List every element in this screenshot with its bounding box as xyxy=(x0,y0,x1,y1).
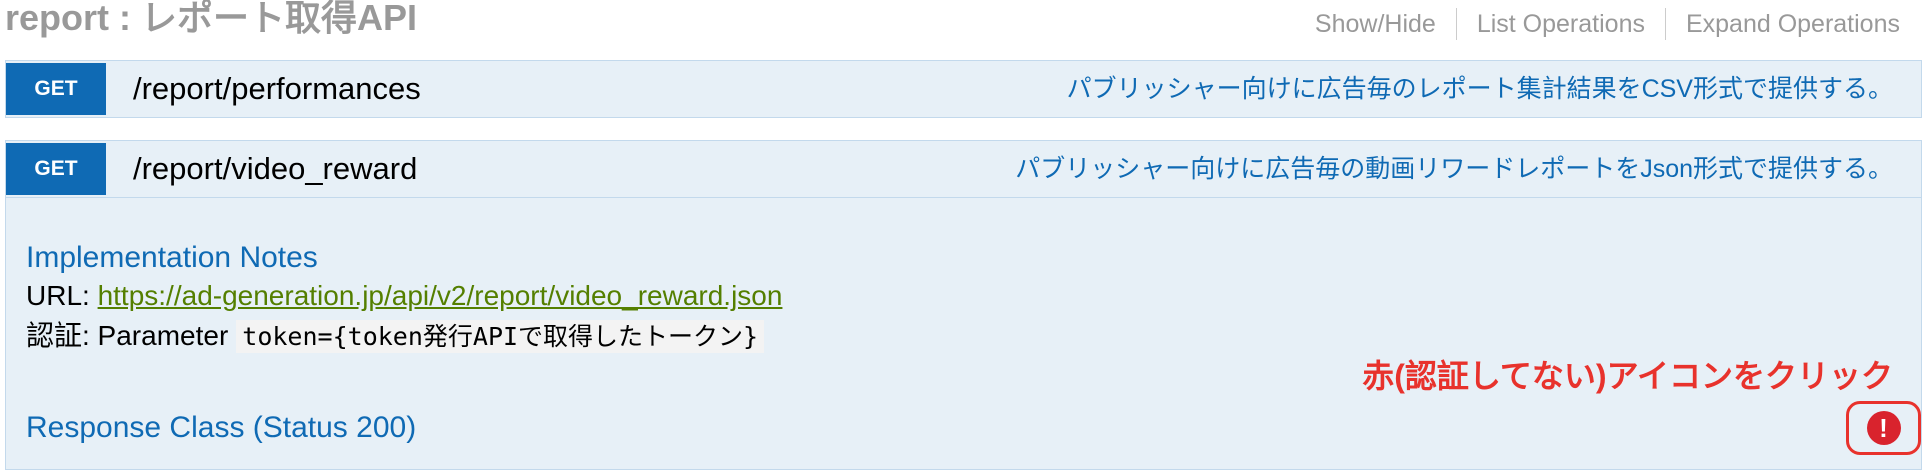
operation-heading[interactable]: GET /report/video_reward パブリッシャー向けに広告毎の動… xyxy=(6,141,1921,197)
auth-line: 認証: Parameter token={token発行APIで取得したトークン} xyxy=(26,318,765,355)
http-method-badge[interactable]: GET xyxy=(6,63,106,115)
operation-video-reward: GET /report/video_reward パブリッシャー向けに広告毎の動… xyxy=(5,140,1922,470)
exclamation-icon[interactable]: ! xyxy=(1866,411,1901,445)
endpoint-url-link[interactable]: https://ad-generation.jp/api/v2/report/v… xyxy=(98,280,783,311)
resource-header-links: Show/Hide List Operations Expand Operati… xyxy=(1295,8,1900,40)
implementation-notes-heading: Implementation Notes xyxy=(26,241,318,274)
url-line: URL: https://ad-generation.jp/api/v2/rep… xyxy=(26,278,782,314)
operation-summary[interactable]: パブリッシャー向けに広告毎のレポート集計結果をCSV形式で提供する。 xyxy=(1067,61,1893,117)
resource-header: report : レポート取得API Show/Hide List Operat… xyxy=(0,0,1928,52)
response-class-heading: Response Class (Status 200) xyxy=(26,411,417,444)
token-parameter-code: token={token発行APIで取得したトークン} xyxy=(236,320,765,353)
authorization-button[interactable]: ! xyxy=(1846,401,1921,455)
url-label: URL: xyxy=(26,280,98,311)
expand-operations-link[interactable]: Expand Operations xyxy=(1666,8,1900,40)
list-operations-link[interactable]: List Operations xyxy=(1457,8,1665,40)
operation-performances: GET /report/performances パブリッシャー向けに広告毎のレ… xyxy=(5,60,1922,118)
operation-heading[interactable]: GET /report/performances パブリッシャー向けに広告毎のレ… xyxy=(6,61,1921,117)
operation-path[interactable]: /report/performances xyxy=(133,61,421,117)
operation-content: Implementation Notes URL: https://ad-gen… xyxy=(6,197,1921,470)
operation-summary[interactable]: パブリッシャー向けに広告毎の動画リワードレポートをJson形式で提供する。 xyxy=(1015,141,1893,197)
http-method-badge[interactable]: GET xyxy=(6,143,106,195)
click-instruction-annotation: 赤(認証してない)アイコンをクリック xyxy=(1362,358,1893,394)
auth-label: 認証: Parameter xyxy=(26,320,229,351)
operation-path[interactable]: /report/video_reward xyxy=(133,141,417,197)
show-hide-link[interactable]: Show/Hide xyxy=(1295,8,1456,40)
resource-title[interactable]: report : レポート取得API xyxy=(5,0,417,40)
